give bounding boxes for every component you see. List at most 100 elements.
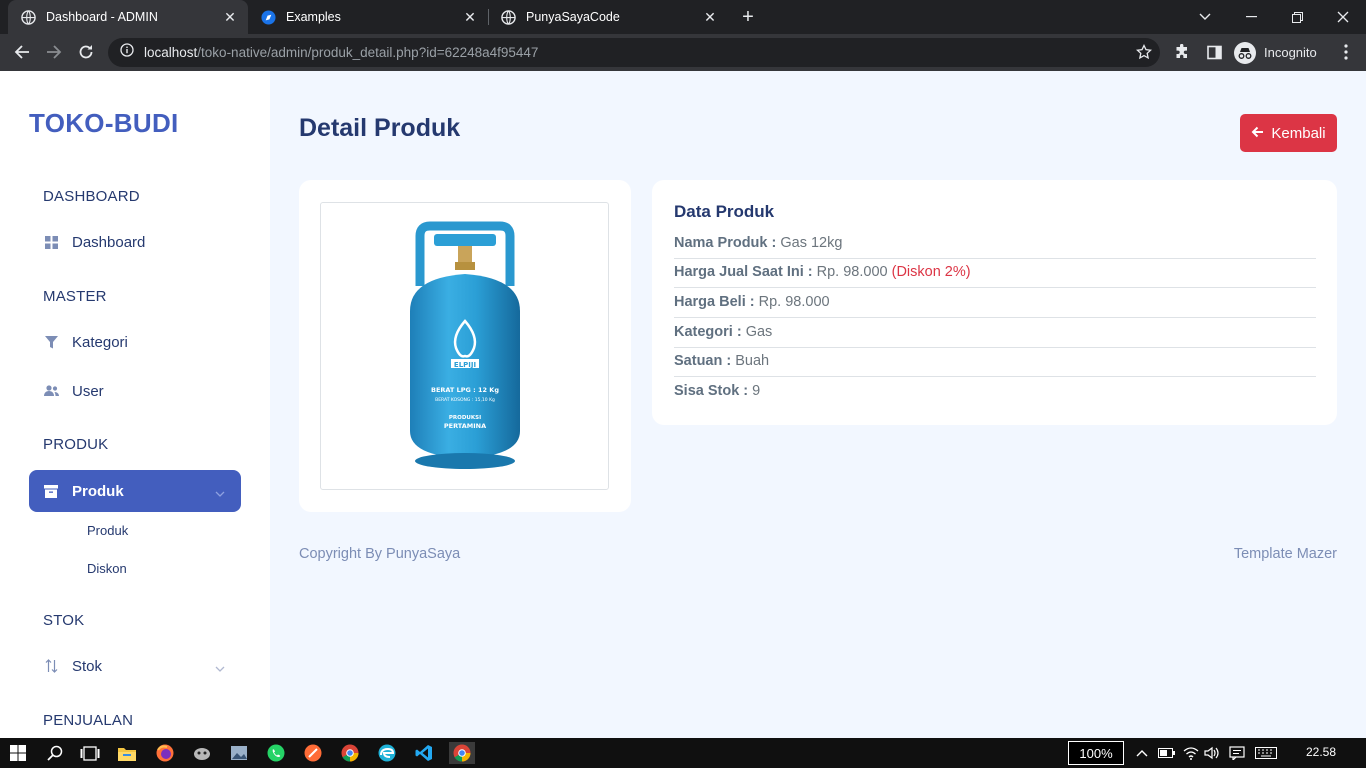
new-tab-button[interactable]: + [736, 5, 760, 29]
tab-title: Examples [286, 10, 341, 24]
sidebar-item-label: Kategori [72, 333, 128, 351]
whatsapp-icon[interactable] [264, 742, 288, 764]
bookmark-star-icon[interactable] [1135, 43, 1153, 65]
menu-section-stok: STOK [43, 612, 85, 629]
chevron-down-icon [215, 659, 225, 676]
row-sisa-stok: Sisa Stok : 9 [674, 383, 1316, 399]
restore-button[interactable] [1274, 0, 1320, 34]
sidebar-item-dashboard[interactable]: Dashboard [29, 221, 241, 263]
menu-section-master: MASTER [43, 288, 107, 305]
sidebar-item-label: Produk [72, 482, 124, 500]
extensions-puzzle-icon[interactable] [1172, 42, 1192, 62]
row-divider [674, 347, 1316, 348]
close-tab-icon[interactable]: ✕ [462, 9, 478, 25]
minimize-button[interactable] [1228, 0, 1274, 34]
postman-icon[interactable] [301, 742, 325, 764]
reload-icon[interactable] [72, 38, 100, 66]
task-view-icon[interactable] [78, 742, 102, 764]
clock-time[interactable]: 22.58 [1306, 745, 1336, 759]
sidebar: TOKO-BUDI DASHBOARD Dashboard MASTER Kat… [0, 71, 270, 738]
tab-search-chevron-icon[interactable] [1182, 0, 1228, 34]
taskbar: 100% 22.58 [0, 738, 1366, 768]
close-window-button[interactable] [1320, 0, 1366, 34]
grid-icon [43, 234, 59, 250]
main-content: Detail Produk Kembali ELPIJI BERAT LPG:… [270, 71, 1366, 738]
site-info-icon[interactable] [120, 43, 134, 62]
chrome-active-icon[interactable] [449, 742, 475, 764]
close-tab-icon[interactable]: ✕ [702, 9, 718, 25]
row-value: Buah [735, 353, 770, 369]
row-divider [674, 376, 1316, 377]
tab-title: Dashboard - ADMIN [46, 10, 158, 24]
row-satuan: Satuan : Buah [674, 353, 1316, 369]
submenu-item-produk[interactable]: Produk [87, 523, 128, 538]
tab-punyasayacode[interactable]: PunyaSayaCode ✕ [488, 0, 728, 34]
address-bar[interactable]: localhost/toko-native/admin/produk_detai… [108, 38, 1160, 67]
row-divider [674, 258, 1316, 259]
sidebar-item-user[interactable]: User [29, 370, 241, 412]
gas-cylinder-illustration: ELPIJI BERAT LPG : 12 Kg BERAT KOSONG : … [409, 221, 520, 469]
windows-start-icon[interactable] [6, 742, 30, 764]
photos-app-icon[interactable] [227, 742, 251, 764]
url-text: localhost/toko-native/admin/produk_detai… [144, 45, 538, 60]
cylinder-maker-text-1: PRODUKSI [448, 415, 480, 421]
row-value: Gas 12kg [780, 235, 843, 251]
submenu-item-diskon[interactable]: Diskon [87, 561, 127, 576]
tray-chevron-up-icon[interactable] [1133, 744, 1151, 762]
tab-examples[interactable]: Examples ✕ [248, 0, 488, 34]
browser-toolbar: localhost/toko-native/admin/produk_detai… [0, 34, 1366, 71]
app-icon-gray[interactable] [190, 742, 214, 764]
tab-dashboard-admin[interactable]: Dashboard - ADMIN ✕ [8, 0, 248, 34]
notification-icon[interactable] [1228, 744, 1246, 762]
side-panel-icon[interactable] [1204, 42, 1224, 62]
cylinder-weight-text: BERAT LPG : 12 Kg [431, 386, 499, 394]
edge-icon[interactable] [375, 742, 399, 764]
menu-section-dashboard: DASHBOARD [43, 188, 140, 205]
file-explorer-icon[interactable] [115, 742, 139, 764]
row-label: Nama Produk : [674, 235, 777, 251]
footer-template-credit[interactable]: Template Mazer [1234, 546, 1337, 562]
row-divider [674, 317, 1316, 318]
firefox-icon[interactable] [153, 742, 177, 764]
browser-menu-icon[interactable] [1336, 42, 1356, 62]
volume-icon[interactable] [1203, 744, 1221, 762]
product-data-card: Data Produk Nama Produk : Gas 12kg Harga… [652, 180, 1337, 425]
tab-title: PunyaSayaCode [526, 10, 620, 24]
menu-section-penjualan: PENJUALAN [43, 712, 134, 729]
row-divider [674, 287, 1316, 288]
back-arrow-icon[interactable] [8, 38, 36, 66]
battery-icon[interactable] [1157, 744, 1175, 762]
keyboard-icon[interactable] [1254, 744, 1278, 762]
row-kategori: Kategori : Gas [674, 324, 1316, 340]
sidebar-item-stok[interactable]: Stok [29, 645, 241, 687]
chrome-icon[interactable] [338, 742, 362, 764]
sidebar-item-produk[interactable]: Produk [29, 470, 241, 512]
sidebar-item-label: User [72, 382, 104, 400]
row-label: Harga Jual Saat Ini : [674, 264, 813, 280]
card-title: Data Produk [674, 202, 775, 221]
incognito-profile-button[interactable]: Incognito [1234, 39, 1317, 66]
url-path: /toko-native/admin/produk_detail.php?id=… [197, 45, 539, 60]
search-icon[interactable] [43, 742, 67, 764]
close-tab-icon[interactable]: ✕ [222, 9, 238, 25]
menu-section-produk: PRODUK [43, 436, 109, 453]
brand-logo[interactable]: TOKO-BUDI [29, 108, 179, 139]
sort-arrows-icon [43, 658, 59, 674]
forward-arrow-icon[interactable] [40, 38, 68, 66]
sidebar-item-label: Stok [72, 657, 103, 675]
wifi-icon[interactable] [1182, 744, 1200, 762]
row-label: Satuan : [674, 353, 732, 369]
row-label: Sisa Stok : [674, 383, 749, 399]
url-host: localhost [144, 45, 198, 60]
arrow-left-icon [1251, 125, 1264, 142]
sidebar-item-kategori[interactable]: Kategori [29, 321, 241, 363]
footer-copyright: Copyright By PunyaSaya [299, 546, 461, 562]
row-harga-jual: Harga Jual Saat Ini : Rp. 98.000 (Diskon… [674, 264, 1316, 280]
vscode-icon[interactable] [412, 742, 436, 764]
discount-note: (Diskon 2%) [891, 264, 971, 280]
chevron-down-icon [215, 484, 225, 501]
back-button[interactable]: Kembali [1240, 114, 1337, 152]
zoom-level-indicator[interactable]: 100% [1068, 741, 1124, 765]
row-harga-beli: Harga Beli : Rp. 98.000 [674, 294, 1316, 310]
product-image-card: ELPIJI BERAT LPG : 12 Kg BERAT KOSONG : … [299, 180, 631, 512]
